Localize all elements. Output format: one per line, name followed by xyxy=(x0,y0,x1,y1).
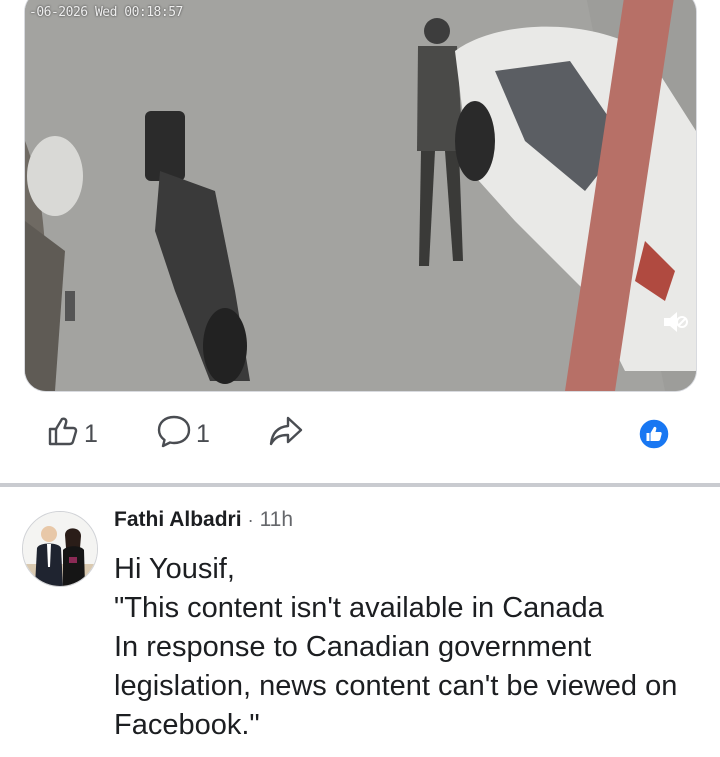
video-timestamp: -06-2026 Wed 00:18:57 xyxy=(29,5,183,20)
post-actions: 1 1 xyxy=(0,412,720,456)
share-arrow-icon xyxy=(268,414,304,455)
speaker-muted-icon[interactable] xyxy=(660,307,690,337)
video-player[interactable]: -06-2026 Wed 00:18:57 xyxy=(24,0,697,392)
like-reaction-icon[interactable] xyxy=(638,418,670,450)
comment-button[interactable]: 1 xyxy=(156,412,210,456)
video-frame xyxy=(25,0,696,391)
like-button[interactable]: 1 xyxy=(46,412,98,456)
comment-header: Fathi Albadri · 11h xyxy=(114,508,704,540)
share-button[interactable] xyxy=(268,412,304,456)
comment-count: 1 xyxy=(196,419,210,448)
comment-time[interactable]: 11h xyxy=(260,508,293,532)
comment-author[interactable]: Fathi Albadri xyxy=(114,508,242,532)
thumbs-up-icon xyxy=(46,414,80,455)
comment-item: Fathi Albadri · 11h Hi Yousif, "This con… xyxy=(114,508,704,745)
like-count: 1 xyxy=(84,419,98,448)
comment-text: Hi Yousif, "This content isn't available… xyxy=(114,553,678,741)
avatar[interactable] xyxy=(22,511,98,587)
comment-bubble-icon xyxy=(156,413,192,456)
section-divider xyxy=(0,483,720,487)
meta-separator: · xyxy=(247,510,254,530)
